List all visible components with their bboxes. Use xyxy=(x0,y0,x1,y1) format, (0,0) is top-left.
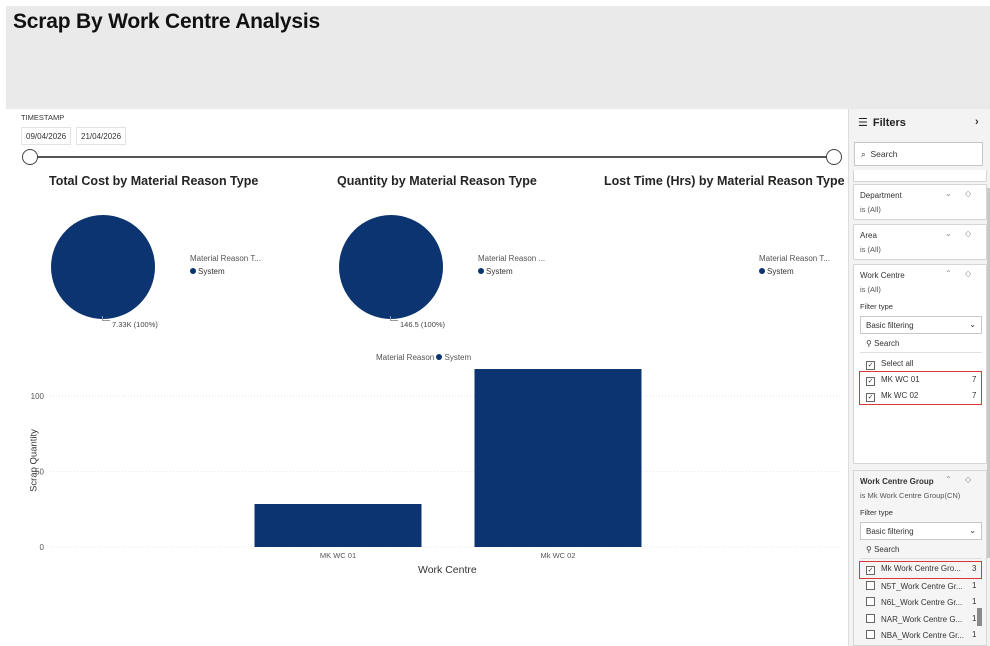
option-count: 1 xyxy=(972,597,977,606)
work-centre-group-option[interactable]: N5T_Work Centre Gr... 1 xyxy=(866,581,978,596)
search-label: Search xyxy=(874,339,900,348)
checkbox-empty-icon[interactable] xyxy=(866,581,875,590)
bar[interactable] xyxy=(474,369,642,547)
bar-chart-scrap-quantity[interactable]: 0 50 100 MK WC 01 Mk WC 02 xyxy=(0,0,848,646)
filter-lines-icon: ☰ xyxy=(858,117,868,129)
y-tick-label: 0 xyxy=(40,543,45,552)
search-icon: ⚲ xyxy=(866,545,872,554)
report-canvas: Scrap By Work Centre Analysis TIMESTAMP … xyxy=(0,0,990,646)
option-label: NAR_Work Centre G... xyxy=(881,615,963,624)
filter-type-label: Filter type xyxy=(860,508,893,517)
filter-type-value: Basic filtering xyxy=(866,527,914,536)
search-icon: ⌕ xyxy=(861,149,866,159)
filter-type-value: Basic filtering xyxy=(866,321,914,330)
checkbox-empty-icon[interactable] xyxy=(866,614,875,623)
filter-type-label: Filter type xyxy=(860,302,893,311)
eraser-icon[interactable]: ◇ xyxy=(965,189,971,198)
filter-type-select[interactable]: Basic filtering ⌄ xyxy=(860,316,982,334)
chevron-right-icon[interactable]: › xyxy=(975,116,979,128)
filter-pane-title: Filters xyxy=(872,117,906,129)
eraser-icon[interactable]: ◇ xyxy=(965,269,971,278)
checkbox-empty-icon[interactable] xyxy=(866,630,875,639)
option-count: 1 xyxy=(972,614,977,623)
bar[interactable] xyxy=(254,504,422,547)
filter-card-title: Area xyxy=(860,231,877,240)
x-tick-label: MK WC 01 xyxy=(320,551,356,560)
filter-card-title: Work Centre xyxy=(860,271,905,280)
option-label: Select all xyxy=(881,359,914,368)
filter-card-title: Work Centre Group xyxy=(860,477,934,486)
y-tick-label: 50 xyxy=(35,468,44,477)
search-label: Search xyxy=(874,545,900,554)
chevron-down-icon: ⌄ xyxy=(969,320,976,329)
list-scrollbar[interactable] xyxy=(977,608,982,626)
x-tick-label: Mk WC 02 xyxy=(540,551,575,560)
filter-type-select[interactable]: Basic filtering ⌄ xyxy=(860,522,982,540)
y-tick-label: 100 xyxy=(31,392,45,401)
chevron-down-icon[interactable]: ⌄ xyxy=(945,229,952,238)
option-count: 1 xyxy=(972,581,977,590)
chevron-down-icon[interactable]: ⌄ xyxy=(945,189,952,198)
filter-search-placeholder: Search xyxy=(870,149,898,159)
option-count: 1 xyxy=(972,630,977,639)
filter-card-status: is (All) xyxy=(860,205,881,214)
eraser-icon[interactable]: ◇ xyxy=(965,475,971,484)
filter-card-title: Department xyxy=(860,191,902,200)
filter-card-partial xyxy=(853,170,987,182)
work-centre-group-option[interactable]: NAR_Work Centre G... 1 xyxy=(866,614,978,629)
work-centre-group-option[interactable]: N6L_Work Centre Gr... 1 xyxy=(866,597,978,612)
chevron-up-icon[interactable]: ⌃ xyxy=(945,269,952,278)
filter-card-status: is (All) xyxy=(860,245,881,254)
checkbox-empty-icon[interactable] xyxy=(866,597,875,606)
work-centre-search-input[interactable]: ⚲ Search xyxy=(860,337,982,353)
work-centre-group-option[interactable]: NBA_Work Centre Gr... 1 xyxy=(866,630,978,645)
search-icon: ⚲ xyxy=(866,339,872,348)
highlight-box xyxy=(859,371,982,405)
option-label: N6L_Work Centre Gr... xyxy=(881,598,963,607)
chevron-up-icon[interactable]: ⌃ xyxy=(945,475,952,484)
filter-card-status: is Mk Work Centre Group(CN) xyxy=(860,491,961,500)
filter-card-status: is (All) xyxy=(860,285,881,294)
option-label: N5T_Work Centre Gr... xyxy=(881,582,963,591)
option-label: NBA_Work Centre Gr... xyxy=(881,631,964,640)
eraser-icon[interactable]: ◇ xyxy=(965,229,971,238)
filter-pane-header: ☰ Filters xyxy=(858,116,906,129)
filter-search-input[interactable]: ⌕ Search xyxy=(854,142,983,166)
chevron-down-icon: ⌄ xyxy=(969,526,976,535)
checkbox-checked-icon[interactable]: ✓ xyxy=(866,361,875,370)
work-centre-group-search-input[interactable]: ⚲ Search xyxy=(860,543,982,559)
highlight-box xyxy=(859,561,982,579)
